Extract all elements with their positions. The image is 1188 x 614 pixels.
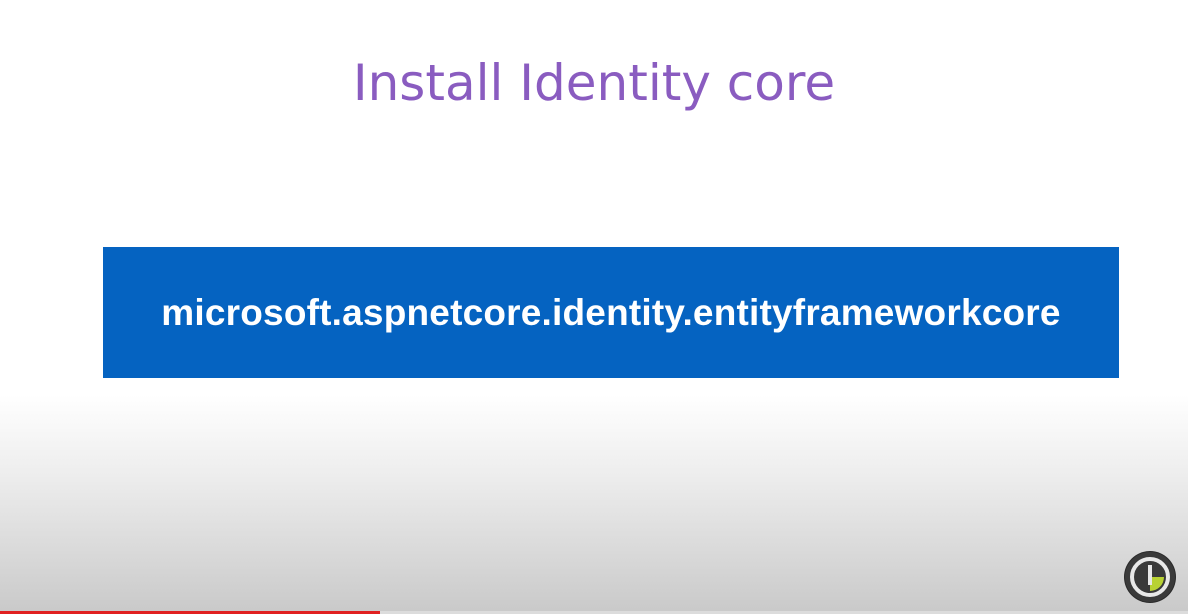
logo-glyph-icon: [1130, 557, 1170, 597]
slide-title: Install Identity core: [352, 54, 836, 112]
package-name-text: microsoft.aspnetcore.identity.entityfram…: [161, 291, 1061, 333]
package-name-box: microsoft.aspnetcore.identity.entityfram…: [103, 247, 1119, 378]
channel-logo-icon[interactable]: [1125, 552, 1175, 602]
